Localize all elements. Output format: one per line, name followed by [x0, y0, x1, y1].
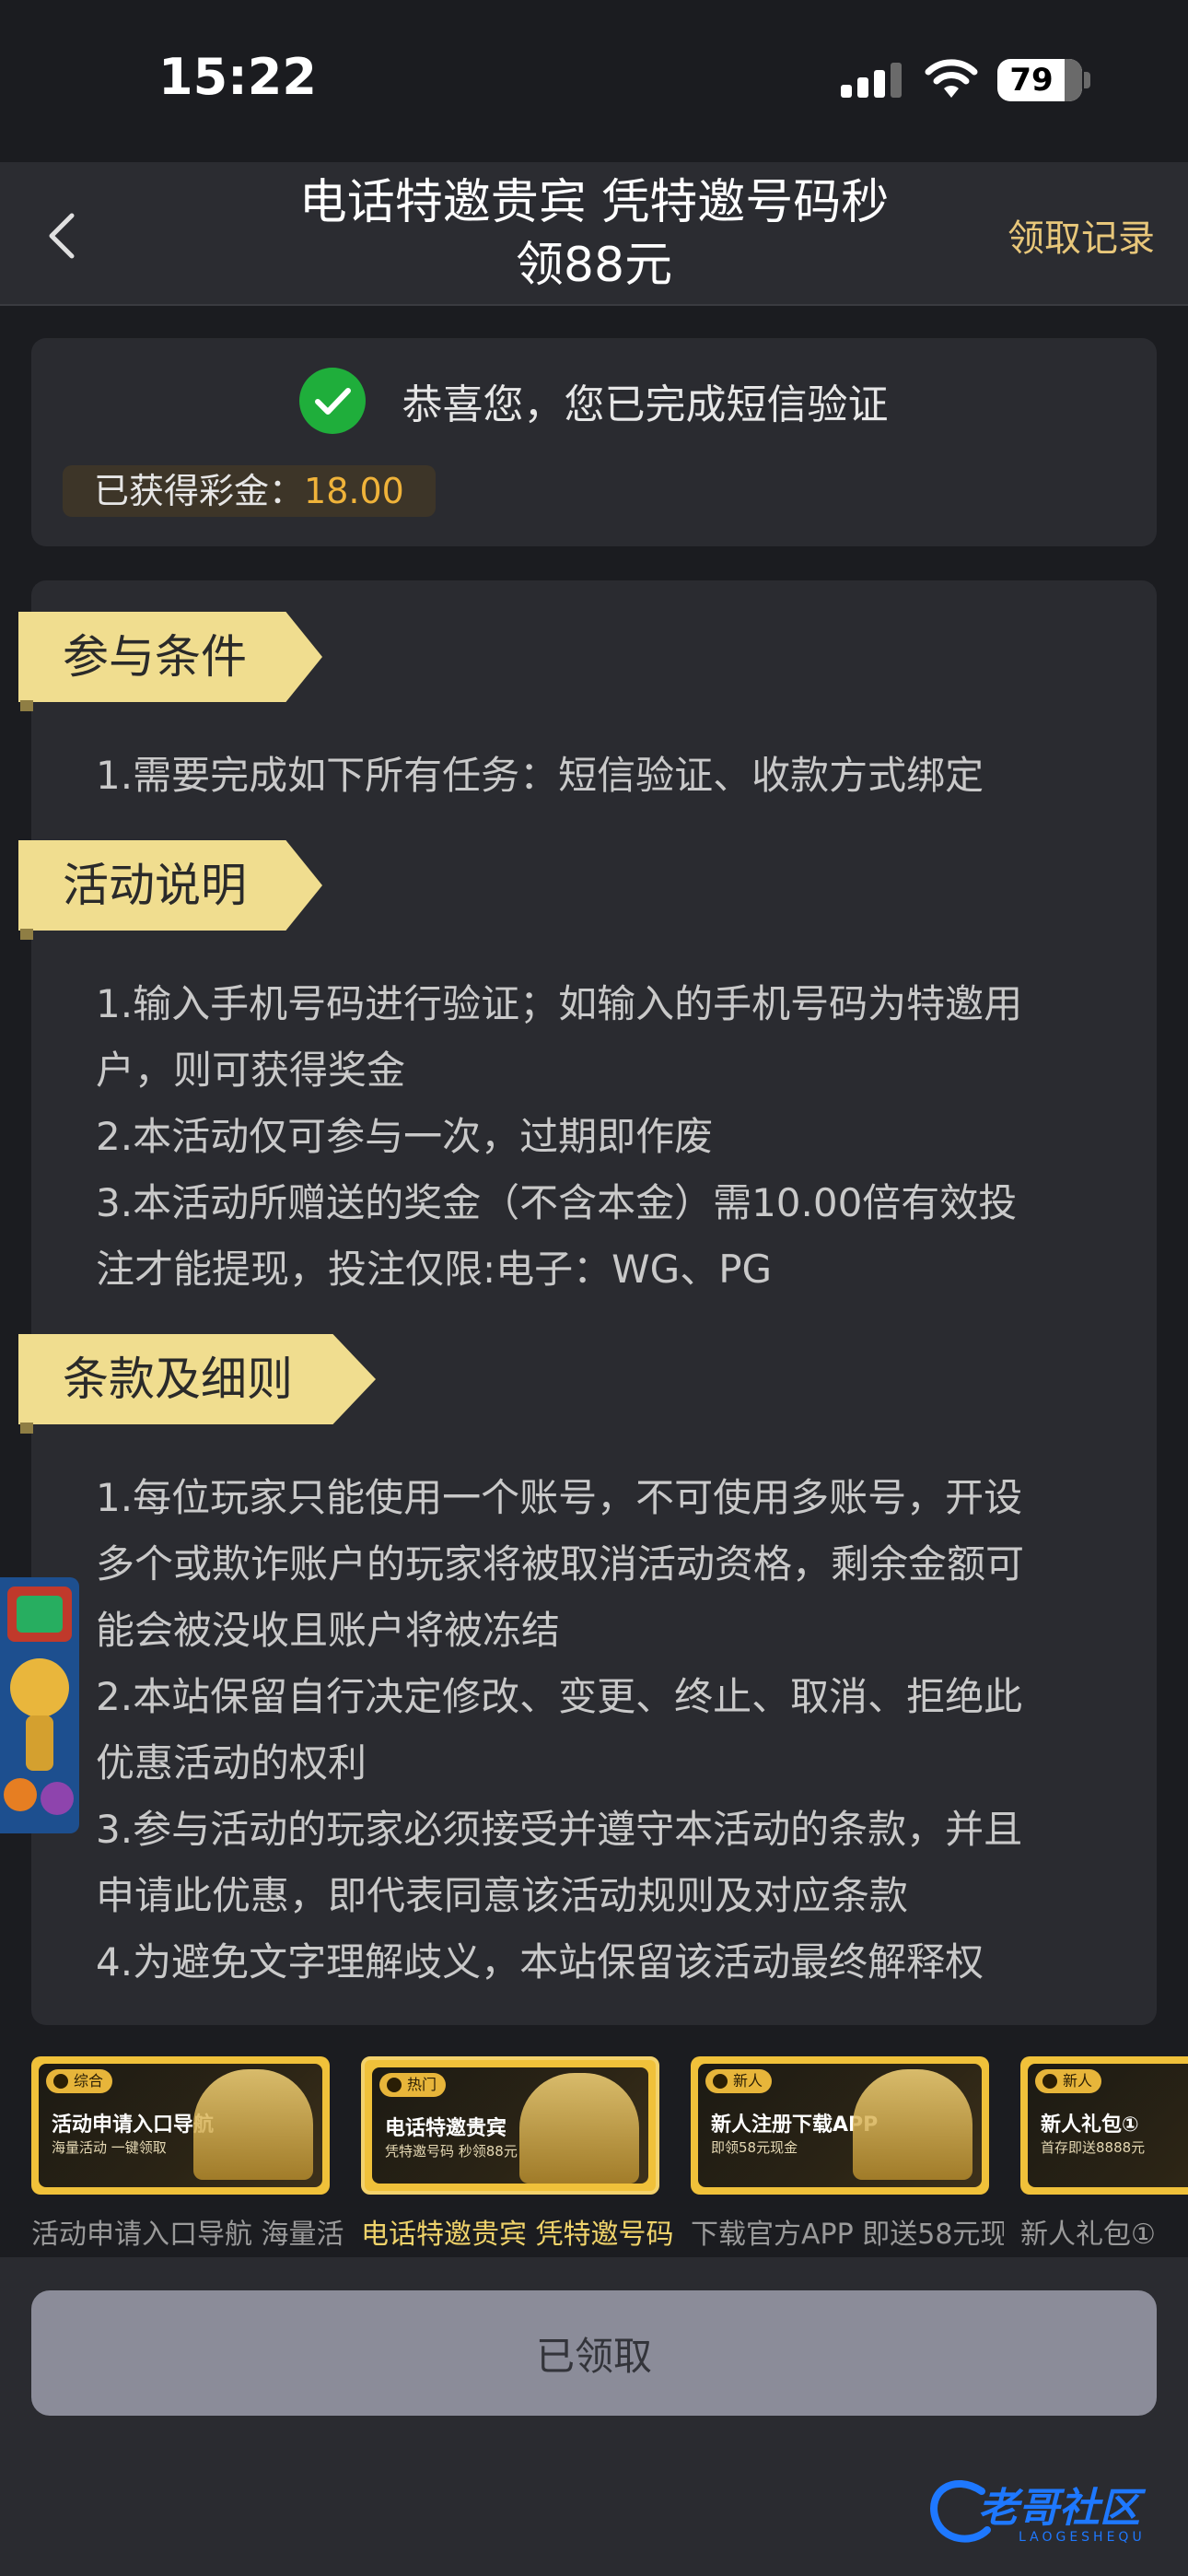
carousel-badge: 热门: [379, 2073, 447, 2097]
promo-carousel: 综合 活动申请入口导航 海量活动 一键领取 活动申请入口导航 海量活动一键领取 …: [0, 2053, 1188, 2257]
rules-panel: 参与条件 1.需要完成如下所有任务：短信验证、收款方式绑定 活动说明 1.输入手…: [18, 580, 1157, 2025]
carousel-banner: 综合 活动申请入口导航 海量活动 一键领取: [31, 2056, 330, 2195]
carousel-banner-title: 电话特邀贵宾: [385, 2117, 507, 2140]
success-row: 恭喜您，您已完成短信验证: [31, 368, 1157, 438]
terms-line: 能会被没收且账户将被冻结: [96, 1608, 561, 1653]
description-line: 注才能提现，投注仅限:电子：WG、PG: [96, 1247, 773, 1292]
claimed-button[interactable]: 已领取: [31, 2290, 1157, 2416]
back-chevron-icon[interactable]: [28, 199, 101, 273]
verification-card: 恭喜您，您已完成短信验证 已获得彩金：18.00: [31, 338, 1157, 546]
conditions-text: 1.需要完成如下所有任务：短信验证、收款方式绑定: [96, 743, 1155, 809]
watermark-text: 老哥社区: [978, 2485, 1140, 2532]
carousel-badge: 综合: [46, 2069, 113, 2093]
terms-line: 多个或欺诈账户的玩家将被取消活动资格，剩余金额可: [96, 1541, 1025, 1587]
carousel-caption: 新人礼包①: [1020, 2219, 1156, 2251]
terms-text: 1.每位玩家只能使用一个账号，不可使用多账号，开设 多个或欺诈账户的玩家将被取消…: [96, 1465, 1155, 1996]
page-title-line2: 领88元: [515, 238, 673, 293]
status-bar: 15:22 79: [0, 0, 1188, 162]
terms-line: 2.本站保留自行决定修改、变更、终止、取消、拒绝此: [96, 1674, 1023, 1719]
bonus-value: 18.00: [304, 471, 404, 511]
terms-line: 1.每位玩家只能使用一个账号，不可使用多账号，开设: [96, 1475, 1023, 1520]
carousel-banner-sub: 首存即送8888元: [1041, 2139, 1146, 2156]
page-title: 电话特邀贵宾 凭特邀号码秒 领88元: [249, 171, 939, 297]
wifi-icon: [925, 59, 978, 98]
watermark-subtext: LAOGESHEQU: [1019, 2530, 1146, 2545]
description-line: 2.本活动仅可参与一次，过期即作废: [96, 1114, 714, 1159]
check-circle-icon: [299, 368, 367, 434]
carousel-banner-sub: 即领58元现金: [711, 2139, 798, 2156]
page-title-line1: 电话特邀贵宾 凭特邀号码秒: [298, 175, 890, 230]
terms-line: 申请此优惠，即代表同意该活动规则及对应条款: [96, 1873, 909, 1918]
site-watermark-logo: 老哥社区 LAOGESHEQU: [926, 2469, 1177, 2558]
carousel-caption: 下载官方APP 即送58元现金: [691, 2219, 1004, 2251]
battery-icon: 79: [997, 59, 1082, 101]
description-line: 户，则可获得奖金: [96, 1048, 406, 1093]
carousel-banner-sub: 海量活动 一键领取: [52, 2139, 167, 2156]
status-time: 15:22: [158, 48, 317, 106]
section-heading-conditions: 参与条件: [18, 612, 322, 702]
claim-history-link[interactable]: 领取记录: [1007, 208, 1155, 262]
carousel-banner-title: 活动申请入口导航: [52, 2113, 215, 2137]
carousel-caption: 活动申请入口导航 海量活动一键领取: [31, 2219, 344, 2251]
terms-line: 优惠活动的权利: [96, 1740, 367, 1786]
banner-art: [853, 2069, 973, 2180]
carousel-banner: 新人 新人注册下载APP 即领58元现金: [691, 2056, 989, 2195]
carousel-banner: 新人 新人礼包① 首存即送8888元: [1020, 2056, 1188, 2195]
cellular-signal-icon: [841, 63, 903, 98]
conditions-line: 1.需要完成如下所有任务：短信验证、收款方式绑定: [96, 753, 984, 798]
banner-art: [193, 2069, 313, 2180]
description-line: 3.本活动所赠送的奖金（不含本金）需10.00倍有效投: [96, 1180, 1018, 1225]
section-heading-terms: 条款及细则: [18, 1334, 376, 1424]
terms-line: 4.为避免文字理解歧义，本站保留该活动最终解释权: [96, 1939, 984, 1985]
banner-art: [519, 2073, 639, 2184]
battery-level: 79: [1009, 62, 1054, 99]
bonus-label: 已获得彩金：: [94, 471, 305, 511]
bonus-badge: 已获得彩金：18.00: [63, 465, 436, 517]
carousel-caption: 电话特邀贵宾 凭特邀号码秒领88元: [361, 2219, 674, 2251]
carousel-badge: 新人: [1035, 2069, 1102, 2093]
terms-line: 3.参与活动的玩家必须接受并遵守本活动的条款，并且: [96, 1807, 1023, 1852]
carousel-banner: 热门 电话特邀贵宾 凭特邀号码 秒领88元: [361, 2056, 659, 2195]
section-heading-description: 活动说明: [18, 840, 322, 931]
success-message: 恭喜您，您已完成短信验证: [402, 381, 889, 428]
floating-promo-badge[interactable]: [0, 1577, 79, 1833]
carousel-banner-title: 新人礼包①: [1041, 2113, 1139, 2137]
description-line: 1.输入手机号码进行验证；如输入的手机号码为特邀用: [96, 981, 1023, 1026]
carousel-badge: 新人: [705, 2069, 773, 2093]
nav-bar: 电话特邀贵宾 凭特邀号码秒 领88元 领取记录: [0, 162, 1188, 306]
carousel-banner-sub: 凭特邀号码 秒领88元: [385, 2143, 518, 2160]
description-text: 1.输入手机号码进行验证；如输入的手机号码为特邀用 户，则可获得奖金 2.本活动…: [96, 971, 1155, 1303]
